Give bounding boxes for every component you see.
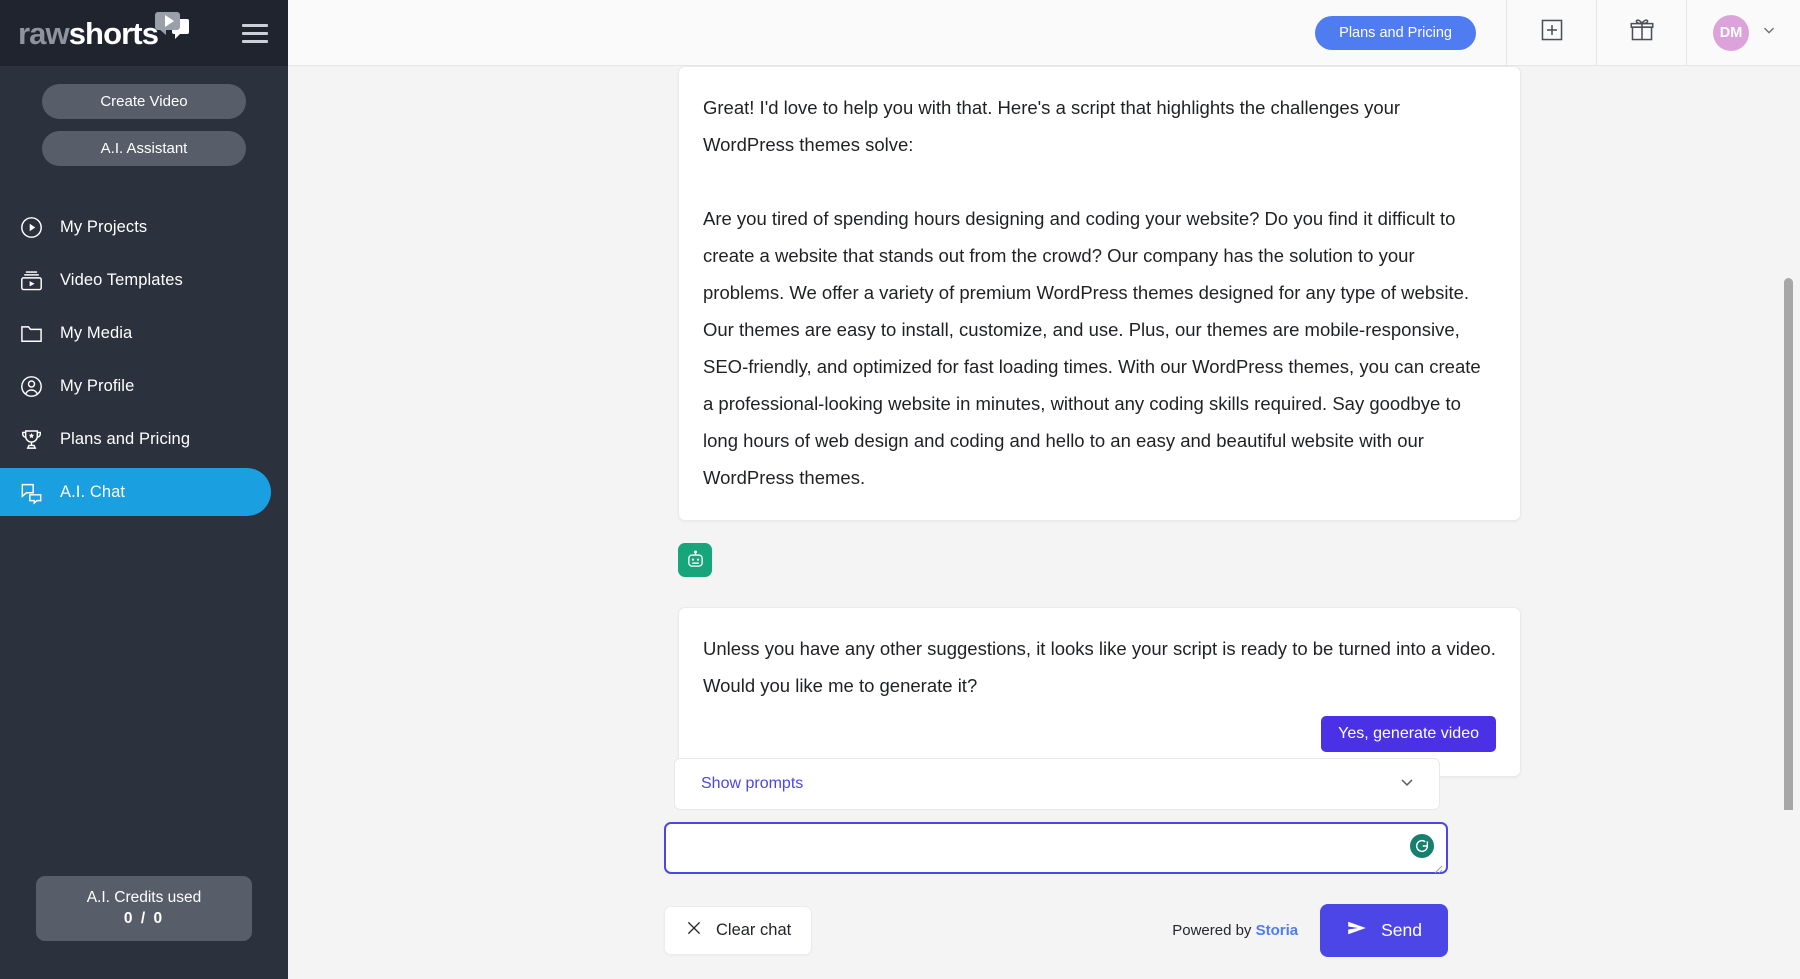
sidebar-item-label: A.I. Chat xyxy=(60,483,125,502)
send-plane-icon xyxy=(1346,917,1368,944)
top-bar: Plans and Pricing xyxy=(288,0,1800,66)
clear-chat-label: Clear chat xyxy=(716,921,791,940)
hamburger-icon[interactable] xyxy=(242,19,268,48)
sidebar: rawshorts Create Video A.I. Assistant xyxy=(0,0,288,979)
add-new-button[interactable] xyxy=(1506,0,1596,66)
message-input[interactable] xyxy=(666,824,1446,872)
sidebar-action-buttons: Create Video A.I. Assistant xyxy=(0,66,288,184)
user-circle-icon xyxy=(17,372,46,401)
message-paragraph: Great! I'd love to help you with that. H… xyxy=(703,89,1496,163)
sidebar-item-my-media[interactable]: My Media xyxy=(0,309,271,357)
plans-and-pricing-button[interactable]: Plans and Pricing xyxy=(1315,16,1476,50)
sidebar-logo-bar: rawshorts xyxy=(0,0,288,66)
sidebar-item-plans-and-pricing[interactable]: Plans and Pricing xyxy=(0,415,271,463)
send-button[interactable]: Send xyxy=(1320,904,1448,957)
yes-generate-video-button[interactable]: Yes, generate video xyxy=(1321,716,1496,752)
show-prompts-panel[interactable]: Show prompts xyxy=(674,758,1440,810)
create-video-button[interactable]: Create Video xyxy=(42,84,246,119)
send-label: Send xyxy=(1381,920,1422,941)
credits-section: A.I. Credits used 0 / 0 xyxy=(0,876,288,979)
avatar: DM xyxy=(1713,15,1749,51)
message-spacer xyxy=(288,577,1800,607)
user-menu[interactable]: DM xyxy=(1686,0,1800,66)
app-root: rawshorts Create Video A.I. Assistant xyxy=(0,0,1800,979)
textarea-resize-grip[interactable] xyxy=(1434,861,1443,870)
folder-icon xyxy=(17,319,46,348)
trophy-icon xyxy=(17,425,46,454)
sidebar-item-label: Video Templates xyxy=(60,271,183,290)
powered-by: Powered by Storia xyxy=(1172,922,1298,939)
message-composer[interactable] xyxy=(664,822,1448,874)
sidebar-nav: My Projects Video Templates xyxy=(0,198,288,521)
sidebar-item-ai-chat[interactable]: A.I. Chat xyxy=(0,468,271,516)
show-prompts-label: Show prompts xyxy=(701,775,803,793)
chat-messages: Great! I'd love to help you with that. H… xyxy=(288,66,1800,810)
credits-value: 0 / 0 xyxy=(36,910,252,928)
chat-footer: Clear chat Powered by Storia Send xyxy=(288,890,1800,979)
message-paragraph: Unless you have any other suggestions, i… xyxy=(703,630,1496,704)
message-bubble: Unless you have any other suggestions, i… xyxy=(678,607,1521,777)
logo-text-raw: raw xyxy=(18,16,69,51)
sidebar-item-label: My Projects xyxy=(60,218,147,237)
chat-scroll-area[interactable]: Great! I'd love to help you with that. H… xyxy=(288,66,1800,810)
chat-scrollbar-thumb[interactable] xyxy=(1784,278,1793,810)
gift-button[interactable] xyxy=(1596,0,1686,66)
ai-assistant-button[interactable]: A.I. Assistant xyxy=(42,131,246,166)
composer-zone xyxy=(288,810,1800,890)
footer-right-group: Powered by Storia Send xyxy=(1172,904,1448,957)
logo-text: rawshorts xyxy=(18,18,158,49)
sidebar-item-my-projects[interactable]: My Projects xyxy=(0,203,271,251)
logo-text-shorts: shorts xyxy=(69,16,158,51)
brand-logo[interactable]: rawshorts xyxy=(18,18,189,49)
message-bubble: Great! I'd love to help you with that. H… xyxy=(678,66,1521,521)
sidebar-item-video-templates[interactable]: Video Templates xyxy=(0,256,271,304)
play-circle-icon xyxy=(17,213,46,242)
video-template-icon xyxy=(17,266,46,295)
sidebar-item-label: My Profile xyxy=(60,377,134,396)
sidebar-item-label: My Media xyxy=(60,324,132,343)
chevron-down-icon[interactable] xyxy=(1397,772,1417,797)
message-assistant-1: Great! I'd love to help you with that. H… xyxy=(288,66,1800,577)
message-paragraph: Are you tired of spending hours designin… xyxy=(703,200,1496,496)
ai-credits-card: A.I. Credits used 0 / 0 xyxy=(36,876,252,941)
video-chat-logo-icon xyxy=(155,12,189,38)
plus-square-icon xyxy=(1539,17,1565,48)
close-x-icon xyxy=(685,919,703,942)
robot-icon xyxy=(678,543,712,577)
credits-title: A.I. Credits used xyxy=(36,889,252,907)
powered-by-brand[interactable]: Storia xyxy=(1256,922,1299,939)
clear-chat-button[interactable]: Clear chat xyxy=(664,906,812,955)
main-panel: Plans and Pricing xyxy=(288,0,1800,979)
chat-bubbles-icon xyxy=(17,478,46,507)
grammarly-icon[interactable] xyxy=(1410,834,1434,858)
message-actions: Yes, generate video xyxy=(703,716,1496,752)
sidebar-item-label: Plans and Pricing xyxy=(60,430,190,449)
gift-icon xyxy=(1629,17,1655,48)
sidebar-item-my-profile[interactable]: My Profile xyxy=(0,362,271,410)
powered-by-prefix: Powered by xyxy=(1172,922,1251,939)
chevron-down-icon xyxy=(1760,21,1778,44)
